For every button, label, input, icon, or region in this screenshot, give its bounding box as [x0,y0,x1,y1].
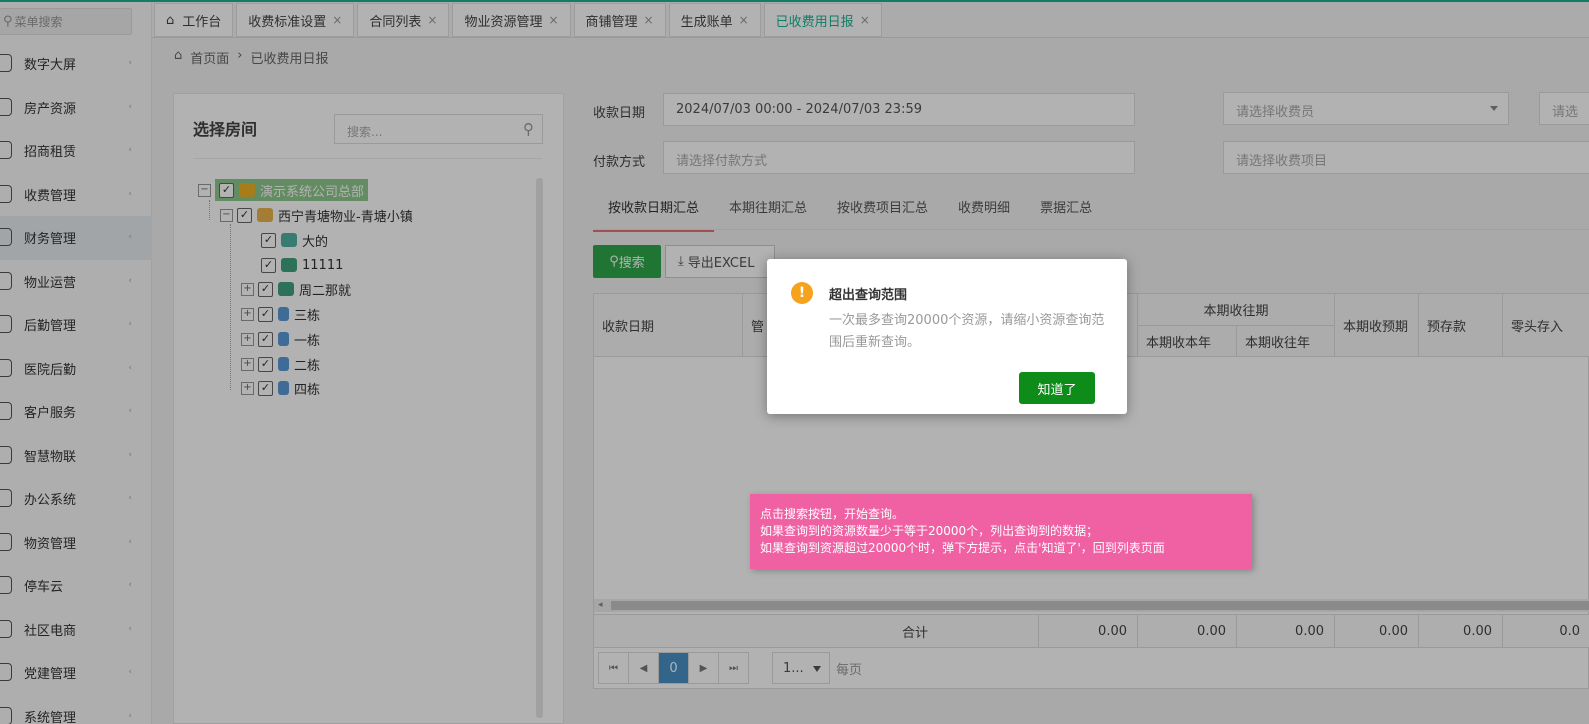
warning-icon: ! [791,282,813,304]
note-line: 如果查询到的资源数量少于等于20000个，列出查询到的数据； [760,524,1099,538]
alert-dialog: ! 超出查询范围 一次最多查询20000个资源，请缩小资源查询范围后重新查询。 … [767,259,1127,414]
annotation-note: 点击搜索按钮，开始查询。 如果查询到的资源数量少于等于20000个，列出查询到的… [750,494,1252,569]
dialog-message: 一次最多查询20000个资源，请缩小资源查询范围后重新查询。 [829,313,1105,350]
note-line: 如果查询到资源超过20000个时，弹下方提示，点击'知道了'，回到列表页面 [760,541,1165,555]
confirm-button[interactable]: 知道了 [1019,372,1095,404]
dialog-title: 超出查询范围 [829,288,908,303]
app-root: ⚲ 菜单搜索 数字大屏 ‹ 房产资源 ‹ 招商租赁 ‹ 收费管理 ‹ 财务管理 ‹ 物业运… [0,0,1589,724]
note-line: 点击搜索按钮，开始查询。 [760,507,905,521]
